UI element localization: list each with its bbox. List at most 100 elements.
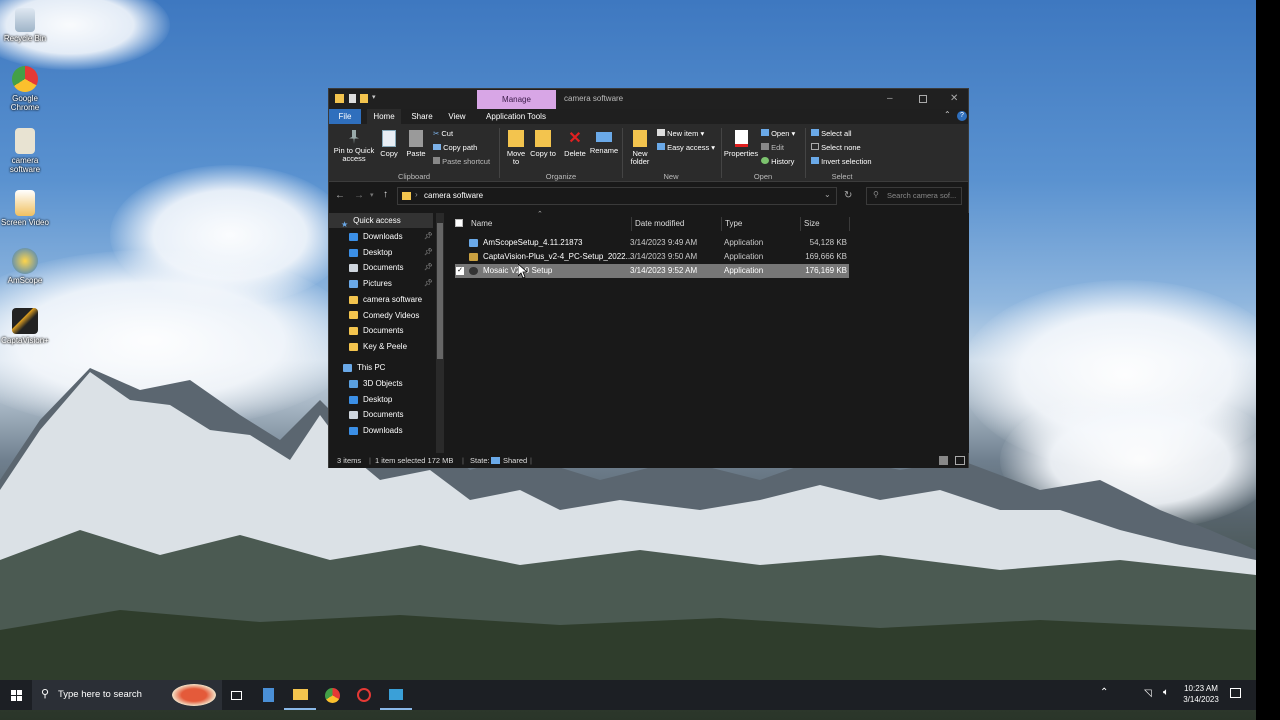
row-checkbox[interactable]: ✓: [456, 267, 464, 275]
desktop-icon-camera-software[interactable]: camera software: [0, 128, 50, 174]
new-folder-button[interactable]: New folder: [626, 130, 654, 166]
desktop-icon-label: CaptaVision+: [1, 336, 49, 345]
file-row[interactable]: CaptaVision-Plus_v2-4_PC-Setup_2022... 3/…: [455, 250, 849, 264]
open-button[interactable]: Open ▾: [761, 129, 795, 139]
file-explorer-window: ▾ Manage camera software – ✕ File Home S…: [328, 88, 969, 468]
column-size[interactable]: Size: [800, 217, 850, 231]
help-icon[interactable]: ?: [957, 111, 967, 121]
paste-shortcut-button[interactable]: Paste shortcut: [433, 157, 490, 167]
screen-recorder-taskbar-button[interactable]: [348, 680, 380, 710]
chrome-taskbar-button[interactable]: [316, 680, 348, 710]
tab-application-tools[interactable]: Application Tools: [479, 109, 553, 124]
nav-item[interactable]: Documents: [329, 407, 403, 422]
scrollbar-thumb[interactable]: [437, 223, 443, 359]
file-row[interactable]: AmScopeSetup_4.11.21873 3/14/2023 9:49 AM…: [455, 236, 849, 250]
nav-item[interactable]: Downloads: [329, 423, 403, 438]
pin-icon: [349, 130, 359, 144]
copy-path-button[interactable]: Copy path: [433, 143, 477, 153]
file-explorer-taskbar-button[interactable]: [284, 680, 316, 710]
notifications-icon[interactable]: [1230, 688, 1241, 698]
file-date: 3/14/2023 9:52 AM: [630, 266, 698, 275]
show-hidden-icons-icon[interactable]: ⌃: [1100, 687, 1108, 698]
select-all-checkbox[interactable]: [455, 219, 463, 227]
tab-file[interactable]: File: [329, 109, 361, 124]
up-icon[interactable]: ↑: [383, 189, 388, 200]
refresh-icon[interactable]: ↻: [844, 190, 852, 201]
chevron-down-icon[interactable]: ▾: [372, 93, 376, 101]
large-icons-view-icon[interactable]: [955, 456, 965, 465]
cut-button[interactable]: ✂ Cut: [433, 129, 453, 139]
breadcrumb-current[interactable]: camera software: [424, 188, 483, 204]
desktop-icon-captavision[interactable]: CaptaVision+: [0, 308, 50, 345]
app-taskbar-button[interactable]: [380, 680, 412, 710]
clock[interactable]: 10:23 AM 3/14/2023: [1180, 683, 1222, 705]
desktop-icon-label: Google Chrome: [10, 94, 40, 112]
nav-item[interactable]: Desktop 📌︎: [329, 245, 435, 260]
column-name[interactable]: Name: [471, 217, 621, 231]
nav-item[interactable]: Documents: [329, 323, 435, 338]
volume-icon[interactable]: 🔈︎: [1163, 687, 1169, 698]
paste-button[interactable]: Paste: [403, 130, 429, 158]
forward-icon[interactable]: →: [354, 190, 364, 201]
select-none-button[interactable]: Select none: [811, 143, 861, 153]
new-item-button[interactable]: New item ▾: [657, 129, 704, 139]
desktop-icon-screen-video[interactable]: Screen Video: [0, 190, 50, 227]
easy-access-button[interactable]: Easy access ▾: [657, 143, 715, 153]
nav-item[interactable]: camera software: [329, 292, 435, 307]
column-type[interactable]: Type: [721, 217, 801, 231]
task-view-icon: [230, 690, 242, 700]
ribbon: Pin to Quick access Copy Paste ✂ Cut Cop…: [329, 124, 968, 182]
nav-quick-access[interactable]: ★ Quick access: [329, 213, 433, 229]
new-folder-qa-icon[interactable]: [360, 94, 368, 103]
start-button[interactable]: [0, 680, 32, 710]
desktop-icon-chrome[interactable]: Google Chrome: [0, 66, 50, 112]
pin-to-quick-access-button[interactable]: Pin to Quick access: [331, 130, 377, 163]
nav-item[interactable]: Documents 📌︎: [329, 260, 435, 275]
desktop-icon-amscope[interactable]: AmScope: [0, 248, 50, 285]
column-date-modified[interactable]: Date modified: [631, 217, 721, 231]
invert-selection-button[interactable]: Invert selection: [811, 157, 872, 167]
desktop-icon-recycle-bin[interactable]: Recycle Bin: [0, 8, 50, 43]
nav-item[interactable]: Downloads 📌︎: [329, 229, 435, 244]
address-dropdown-icon[interactable]: ⌄: [824, 190, 831, 199]
clipboard-group-label: Clipboard: [397, 172, 431, 181]
tab-view[interactable]: View: [441, 109, 473, 124]
maximize-icon[interactable]: [919, 95, 927, 103]
edit-button[interactable]: Edit: [761, 143, 784, 153]
delete-button[interactable]: ✕ Delete: [561, 130, 589, 158]
nav-item[interactable]: Pictures 📌︎: [329, 276, 435, 291]
select-all-button[interactable]: Select all: [811, 129, 852, 139]
details-view-icon[interactable]: [939, 456, 948, 465]
nav-scrollbar[interactable]: [436, 213, 444, 453]
nav-item[interactable]: Desktop: [329, 392, 392, 407]
tab-home[interactable]: Home: [367, 109, 401, 124]
copy-to-button[interactable]: Copy to: [530, 130, 556, 158]
nav-item[interactable]: 3D Objects: [329, 376, 403, 391]
calculator-button[interactable]: [252, 680, 284, 710]
move-to-button[interactable]: Move to: [503, 130, 529, 166]
search-box[interactable]: ⚲ Search camera sof...: [866, 187, 962, 205]
nav-item-label: Desktop: [363, 247, 393, 257]
file-row[interactable]: ✓Mosaic V2 .0 Setup3/14/2023 9:52 AMAppl…: [455, 264, 849, 278]
nav-item[interactable]: Comedy Videos: [329, 308, 435, 323]
folder-icon: [349, 295, 358, 304]
rename-button[interactable]: Rename: [589, 130, 619, 155]
task-view-button[interactable]: [220, 680, 252, 710]
nav-this-pc[interactable]: This PC: [329, 360, 385, 375]
recent-chevron-icon[interactable]: ▾: [370, 191, 374, 199]
title-bar[interactable]: ▾ Manage camera software – ✕: [329, 89, 968, 109]
manage-context-tab[interactable]: Manage: [477, 90, 556, 109]
properties-qa-icon[interactable]: [349, 94, 356, 103]
properties-button[interactable]: Properties: [723, 130, 759, 158]
close-icon[interactable]: ✕: [950, 89, 958, 109]
taskbar-search-box[interactable]: ⚲ Type here to search: [32, 680, 222, 710]
network-icon[interactable]: ◹: [1144, 688, 1152, 699]
minimize-icon[interactable]: –: [887, 89, 893, 109]
back-icon[interactable]: ←: [335, 190, 345, 201]
chevron-up-icon[interactable]: ⌃: [944, 110, 951, 119]
nav-item[interactable]: Key & Peele: [329, 339, 435, 354]
history-button[interactable]: History: [761, 157, 794, 167]
tab-share[interactable]: Share: [405, 109, 439, 124]
address-bar[interactable]: › camera software ⌄: [397, 187, 837, 205]
copy-button[interactable]: Copy: [377, 130, 401, 158]
